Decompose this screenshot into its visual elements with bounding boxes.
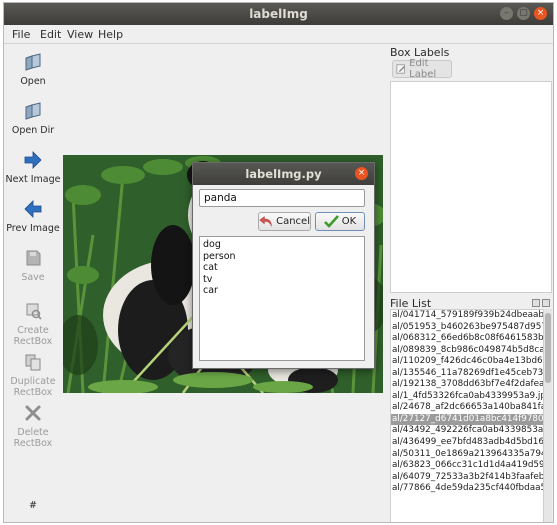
title-bar[interactable]: labelImg – ▢ × — [4, 3, 553, 25]
label-dialog: labelImg.py × Cancel OK dogpersoncattvca… — [192, 162, 375, 369]
menu-file[interactable]: File — [12, 28, 30, 41]
create-rectbox-button[interactable]: Create RectBox — [4, 300, 62, 347]
tools-toolbar: Open Open Dir Next Image Prev Image Save… — [4, 45, 62, 522]
menu-edit[interactable]: Edit — [40, 28, 61, 41]
file-list-item[interactable]: al/64079_72533a3b2f414b3faafebfaa6ee6 — [391, 472, 543, 484]
file-list-item[interactable]: al/63823_066cc31c1d1d4a419d59d8332b — [391, 460, 543, 472]
file-list-item[interactable]: al/089839_8cb986c049874b5d8caa6e1034 — [391, 345, 543, 357]
file-list-item[interactable]: al/068312_66ed6b8c08f6461583b6f3a69c — [391, 333, 543, 345]
edit-label-button[interactable]: Edit Label — [392, 58, 452, 80]
delete-x-icon — [25, 405, 41, 421]
dialog-title: labelImg.py — [245, 167, 322, 181]
save-icon — [26, 250, 41, 266]
file-list-item[interactable]: al/27127_d6741d01a8bc414f97803f5e3a5 — [391, 413, 543, 426]
dock-float-icon[interactable] — [532, 299, 540, 307]
toolbar-extension-mark[interactable]: # — [4, 497, 62, 511]
checkmark-icon — [323, 215, 339, 228]
duplicate-icon — [25, 354, 41, 371]
maximize-icon[interactable]: ▢ — [517, 7, 530, 20]
file-list-item[interactable]: al/192138_3708dd63bf7e4f2dafea675868 — [391, 379, 543, 391]
duplicate-rectbox-button[interactable]: Duplicate RectBox — [4, 351, 62, 398]
file-list-item[interactable]: al/77866_4de59da235cf440fbdaa5d6051 — [391, 483, 543, 495]
box-labels-list[interactable] — [390, 81, 552, 293]
undo-arrow-icon — [259, 216, 272, 227]
cancel-button[interactable]: Cancel — [258, 212, 311, 231]
right-dock: Box Labels Edit Label File List al/04171… — [388, 45, 553, 522]
label-list-item[interactable]: person — [200, 251, 364, 263]
file-list-item[interactable]: al/041714_579189f939b24dbeaabbff03c3 — [391, 310, 543, 322]
dock-float-controls — [532, 299, 550, 307]
label-list-item[interactable]: cat — [200, 262, 364, 274]
open-dir-button[interactable]: Open Dir — [4, 100, 62, 136]
file-list[interactable]: al/041714_579189f939b24dbeaabbff03c3al/0… — [390, 309, 544, 522]
close-icon[interactable]: × — [534, 7, 547, 20]
file-list-item[interactable]: al/110209_f426dc46c0ba4e13bd61ebbe2 — [391, 356, 543, 368]
label-list-item[interactable]: dog — [200, 239, 364, 251]
arrow-left-icon — [24, 200, 42, 218]
file-list-item[interactable]: al/43492_492226fca0ab4339853a922e79e — [391, 425, 543, 437]
dialog-title-bar[interactable]: labelImg.py × — [193, 163, 374, 185]
menu-bar: File Edit View Help — [4, 25, 553, 44]
open-button[interactable]: Open — [4, 51, 62, 87]
dialog-close-icon[interactable]: × — [355, 167, 368, 180]
open-folder-icon — [25, 53, 41, 71]
label-history-list[interactable]: dog person cat tv car — [199, 236, 365, 361]
file-list-item[interactable]: al/24678_af2dc66653a140ba841fa88db52 — [391, 402, 543, 414]
dock-close-icon[interactable] — [542, 299, 550, 307]
file-list-item[interactable]: al/135546_11a78269df1e45ceb73b54c872 — [391, 368, 543, 380]
save-button[interactable]: Save — [4, 247, 62, 283]
label-list-item[interactable]: car — [200, 285, 364, 297]
next-image-button[interactable]: Next Image — [4, 149, 62, 185]
file-list-item[interactable]: al/50311_0e1869a213964335a7944538a8 — [391, 449, 543, 461]
create-rectbox-icon — [26, 303, 42, 320]
edit-pencil-icon — [396, 64, 405, 74]
scrollbar-thumb[interactable] — [545, 313, 551, 383]
prev-image-button[interactable]: Prev Image — [4, 198, 62, 234]
ok-button[interactable]: OK — [315, 212, 365, 231]
file-list-item[interactable]: al/1_4fd53326fca0ab4339953a9.jpg — [391, 391, 543, 403]
file-list-item[interactable]: al/051953_b460263be975487d957ed9e33 — [391, 322, 543, 334]
arrow-right-icon — [24, 151, 42, 169]
menu-view[interactable]: View — [67, 28, 93, 41]
menu-help[interactable]: Help — [98, 28, 123, 41]
labelimg-window: labelImg – ▢ × File Edit View Help Open … — [3, 2, 554, 523]
window-title: labelImg — [249, 7, 308, 21]
delete-rectbox-button[interactable]: Delete RectBox — [4, 402, 62, 449]
minimize-icon[interactable]: – — [500, 7, 513, 20]
file-list-scrollbar[interactable] — [544, 309, 552, 522]
open-dir-icon — [25, 102, 41, 120]
label-list-item[interactable]: tv — [200, 274, 364, 286]
label-input[interactable] — [199, 189, 365, 207]
file-list-item[interactable]: al/436499_ee7bfd483adb4d5bd16c7af5f — [391, 437, 543, 449]
